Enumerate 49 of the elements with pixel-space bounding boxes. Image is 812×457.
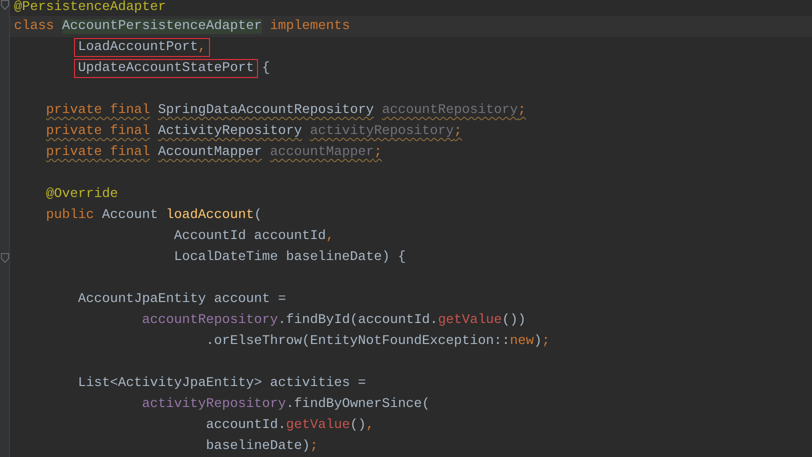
- code-editor[interactable]: [0, 0, 812, 457]
- code-token: .findByOwnerSince(: [286, 397, 430, 412]
- code-token: activityRepository: [142, 397, 286, 412]
- code-token: ;: [374, 145, 382, 160]
- code-token: ,: [366, 418, 374, 433]
- code-token: UpdateAccountStatePort: [78, 61, 254, 76]
- code-token: ;: [454, 124, 462, 139]
- code-token: ActivityRepository: [158, 124, 302, 139]
- code-token: accountRepository: [142, 313, 278, 328]
- code-token: ): [534, 334, 542, 349]
- code-token: AccountJpaEntity account =: [78, 292, 286, 307]
- code-token: @PersistenceAdapter: [14, 0, 166, 15]
- code-token: ;: [518, 103, 526, 118]
- code-token: ,: [198, 40, 206, 55]
- code-token: .findById(accountId.: [278, 313, 438, 328]
- code-token: implements: [270, 19, 350, 34]
- code-token: ,: [326, 229, 334, 244]
- code-token: Account: [102, 208, 158, 223]
- code-token: (: [254, 208, 262, 223]
- code-token: getValue: [286, 418, 350, 433]
- fold-icon[interactable]: [0, 252, 8, 262]
- code-token: getValue: [438, 313, 502, 328]
- code-token: ;: [310, 439, 318, 454]
- code-token: AccountMapper: [158, 145, 262, 160]
- code-token: List<ActivityJpaEntity> activities =: [78, 376, 366, 391]
- code-token: accountRepository: [382, 103, 518, 118]
- code-token: accountMapper: [270, 145, 374, 160]
- code-token: public: [46, 208, 94, 223]
- code-token: loadAccount: [166, 208, 254, 223]
- code-token: private final: [46, 124, 150, 139]
- code-token: baselineDate): [206, 439, 310, 454]
- code-token: (): [350, 418, 366, 433]
- code-token: private final: [46, 103, 150, 118]
- code-token: activityRepository: [310, 124, 454, 139]
- code-token: LocalDateTime baselineDate) {: [174, 250, 406, 265]
- code-token: class: [14, 19, 54, 34]
- code-token: AccountId accountId: [174, 229, 326, 244]
- code-token: ;: [542, 334, 550, 349]
- code-token: .orElseThrow(EntityNotFoundException::: [206, 334, 510, 349]
- fold-icon[interactable]: [0, 0, 8, 10]
- code-token: AccountPersistenceAdapter: [62, 19, 262, 34]
- code-token: @Override: [46, 187, 118, 202]
- code-token: private final: [46, 145, 150, 160]
- code-token: ()): [502, 313, 526, 328]
- code-token: SpringDataAccountRepository: [158, 103, 374, 118]
- code-token: accountId.: [206, 418, 286, 433]
- code-token: {: [262, 61, 270, 76]
- code-token: LoadAccountPort: [78, 40, 198, 55]
- code-token: new: [510, 334, 534, 349]
